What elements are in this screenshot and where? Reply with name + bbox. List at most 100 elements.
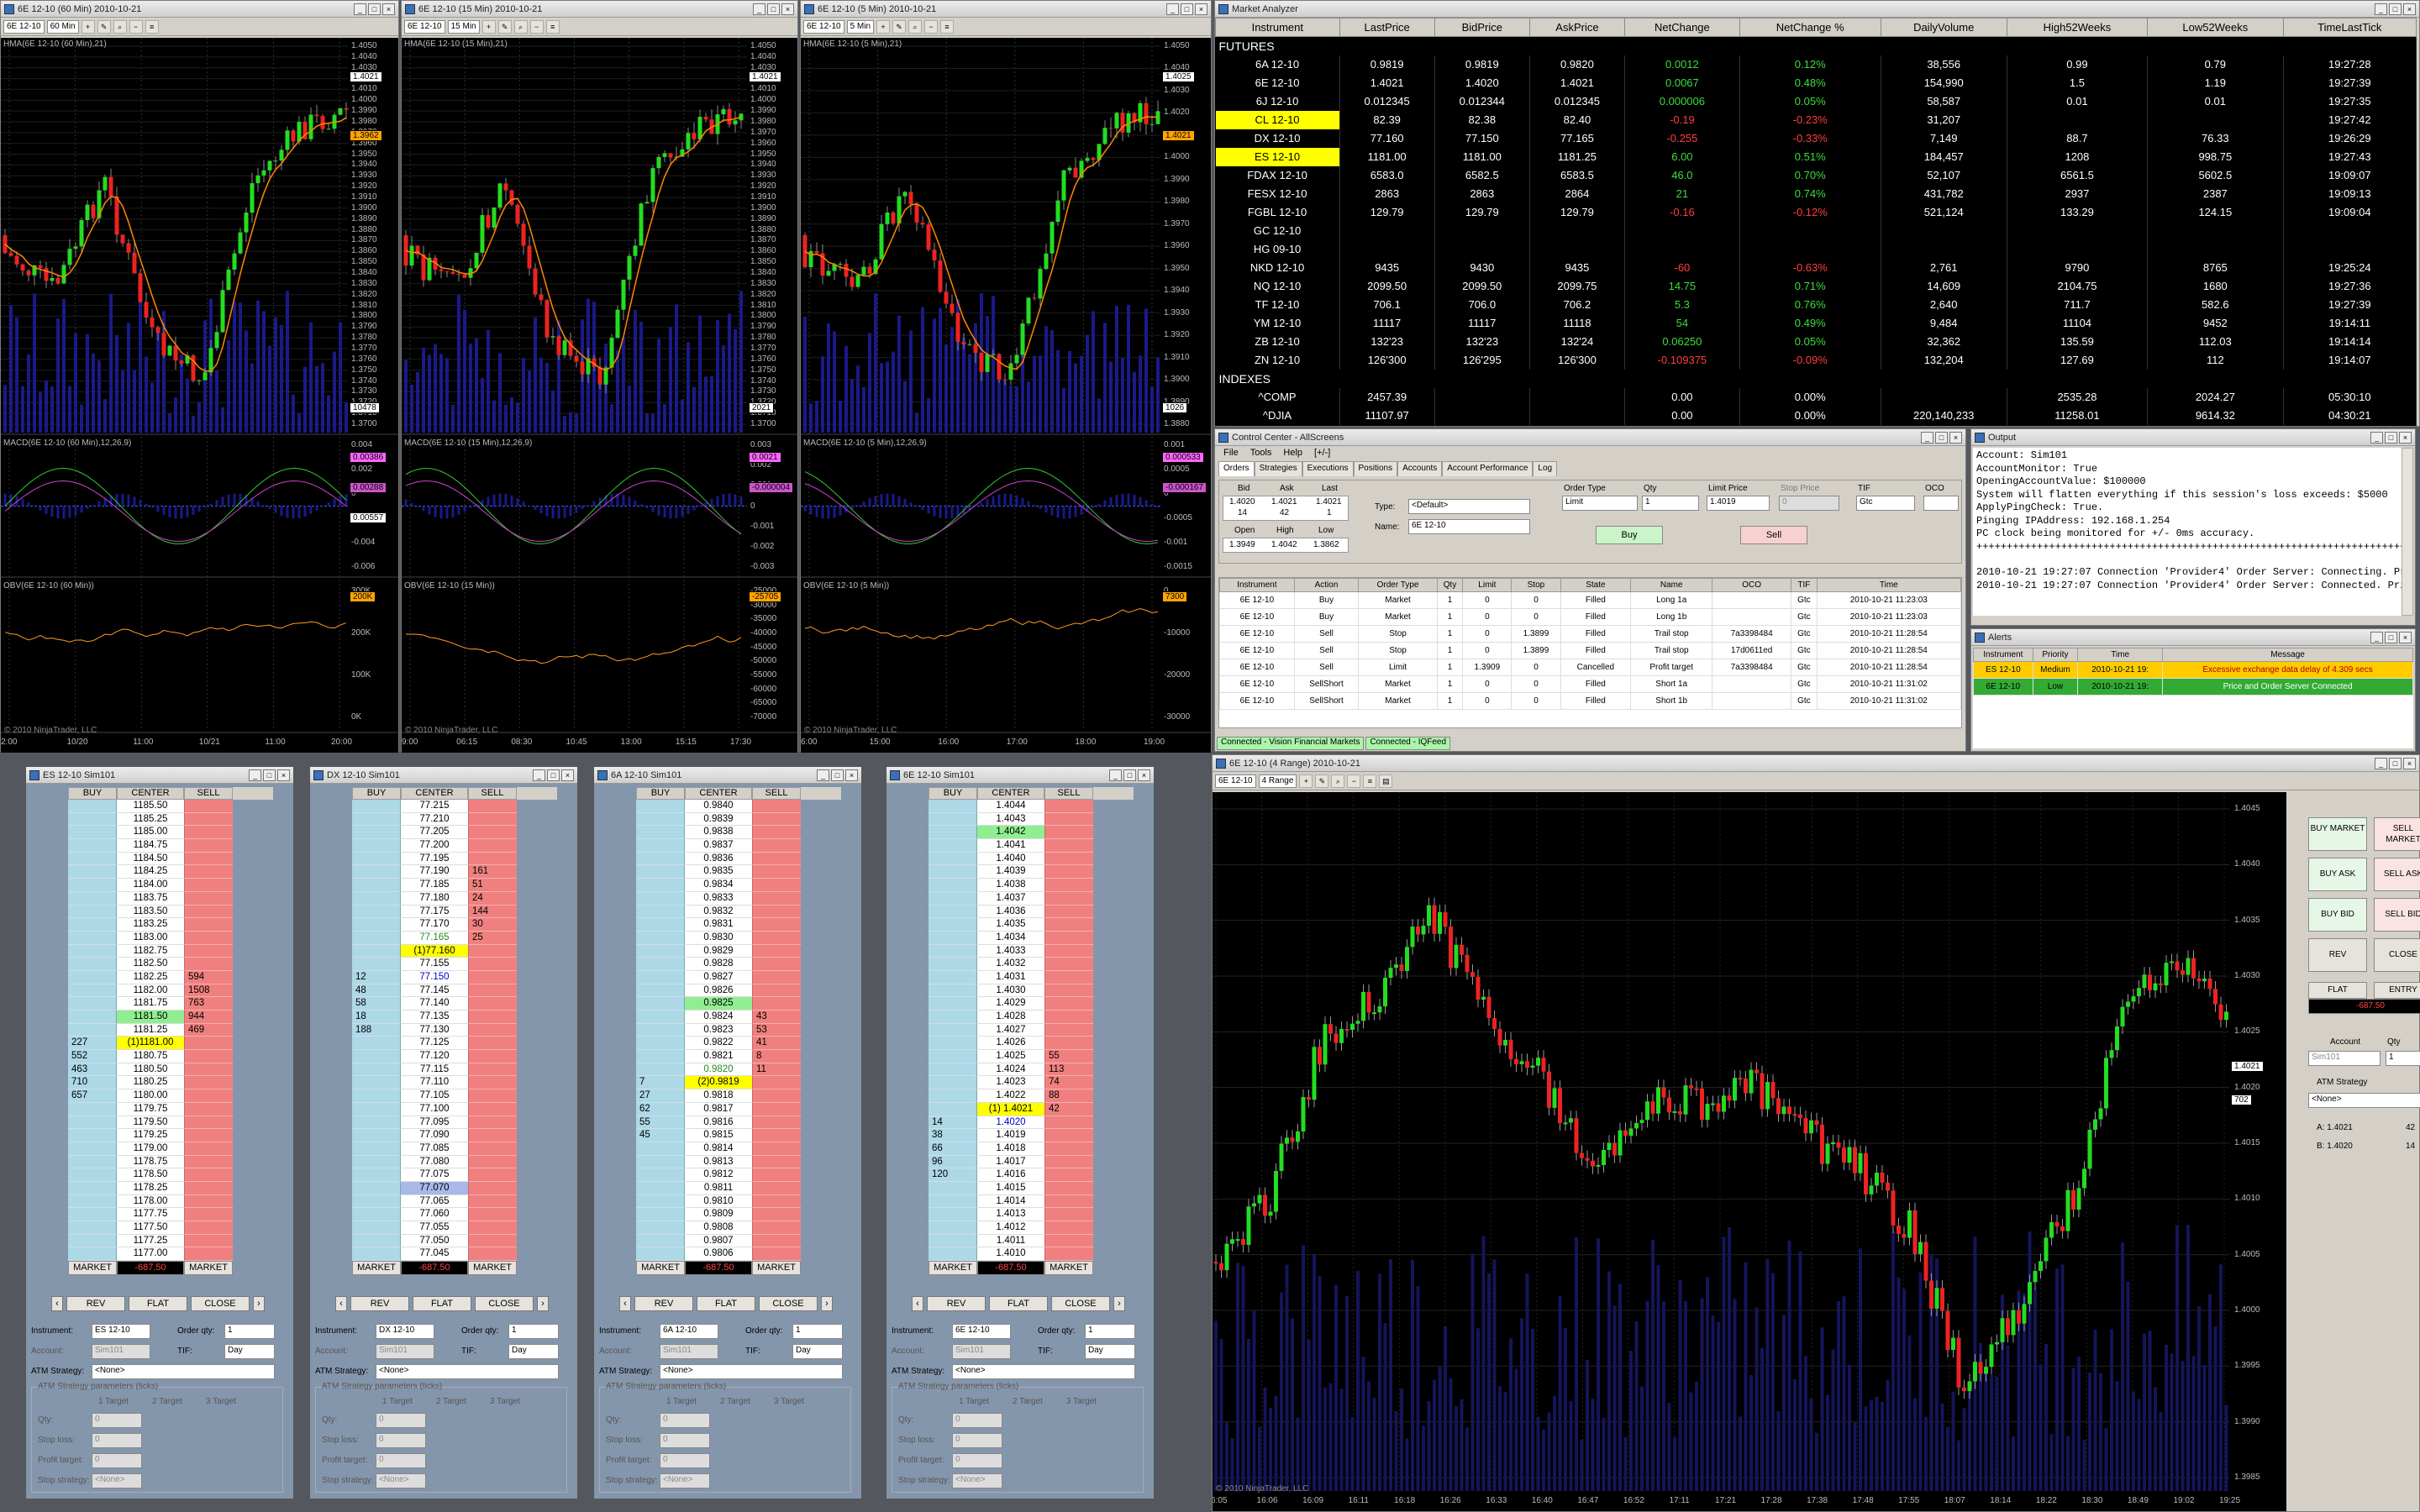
rev-button[interactable]: REV: [350, 1296, 409, 1311]
maximize-button[interactable]: □: [2389, 757, 2402, 769]
bid-cell[interactable]: [929, 1194, 977, 1209]
ask-cell[interactable]: [468, 1076, 517, 1090]
buy-market-button[interactable]: MARKET: [352, 1261, 401, 1276]
tif-select[interactable]: Day: [792, 1344, 843, 1359]
ask-cell[interactable]: [468, 970, 517, 984]
price-cell[interactable]: 1.4034: [977, 931, 1044, 945]
column-header[interactable]: NetChange %: [1739, 18, 1881, 37]
price-cell[interactable]: 1.4038: [977, 879, 1044, 892]
bid-cell[interactable]: 552: [68, 1050, 117, 1063]
bid-cell[interactable]: [68, 812, 117, 827]
ask-cell[interactable]: [752, 1129, 801, 1142]
price-cell[interactable]: 0.9839: [685, 812, 752, 827]
close-button[interactable]: ×: [2403, 757, 2416, 769]
ask-cell[interactable]: [184, 1102, 233, 1116]
type-select[interactable]: <Default>: [1408, 499, 1530, 514]
table-row[interactable]: 6E 12-10 Sell Stop 1 0 1.3899 Filled Trail stop…: [1219, 625, 1961, 643]
price-cell[interactable]: 1178.75: [117, 1155, 184, 1169]
maximize-button[interactable]: □: [2389, 3, 2402, 15]
bid-cell[interactable]: [636, 1221, 685, 1235]
close-button[interactable]: ×: [1949, 431, 1962, 444]
price-cell[interactable]: 1180.50: [117, 1063, 184, 1077]
ask-cell[interactable]: [752, 984, 801, 998]
table-row[interactable]: 6E 12-10 Buy Market 1 0 0 Filled Long 1a Gtc 2010…: [1219, 591, 1961, 609]
ask-cell[interactable]: [468, 1247, 517, 1262]
bid-cell[interactable]: [68, 1234, 117, 1248]
profit-target-input[interactable]: 0: [92, 1453, 142, 1468]
ask-cell[interactable]: [752, 918, 801, 932]
ask-cell[interactable]: [752, 1142, 801, 1156]
minimize-button[interactable]: _: [817, 769, 829, 781]
table-row[interactable]: NQ 12-10 2099.50 2099.50 2099.75 14.75 0.71% 1…: [1215, 276, 2417, 296]
close-button[interactable]: ×: [1138, 769, 1150, 781]
ask-cell[interactable]: [468, 1168, 517, 1182]
bid-cell[interactable]: [636, 1208, 685, 1221]
bid-cell[interactable]: [636, 1037, 685, 1051]
bid-cell[interactable]: [352, 944, 401, 958]
bid-cell[interactable]: [68, 984, 117, 998]
price-cell[interactable]: 1.4029: [977, 997, 1044, 1011]
bid-cell[interactable]: [636, 1142, 685, 1156]
ask-cell[interactable]: [184, 800, 233, 813]
bid-cell[interactable]: [352, 1208, 401, 1221]
ask-cell[interactable]: 51: [468, 879, 517, 892]
price-cell[interactable]: 1.4019: [977, 1129, 1044, 1142]
price-cell[interactable]: 77.125: [401, 1037, 468, 1051]
price-cell[interactable]: 0.9823: [685, 1023, 752, 1037]
price-cell[interactable]: 1.4010: [977, 1247, 1044, 1262]
price-cell[interactable]: 77.095: [401, 1116, 468, 1130]
bid-cell[interactable]: [352, 812, 401, 827]
ask-cell[interactable]: [1044, 800, 1093, 813]
bid-cell[interactable]: [929, 839, 977, 853]
price-cell[interactable]: 1.4043: [977, 812, 1044, 827]
bid-cell[interactable]: [68, 1168, 117, 1182]
bid-cell[interactable]: [352, 826, 401, 840]
ask-cell[interactable]: [184, 1181, 233, 1195]
price-cell[interactable]: 1181.50: [117, 1011, 184, 1024]
maximize-button[interactable]: □: [2385, 431, 2397, 444]
qty-input[interactable]: 0: [660, 1413, 710, 1428]
price-cell[interactable]: 1.4044: [977, 800, 1044, 813]
atm-select[interactable]: <None>: [660, 1364, 843, 1379]
ask-cell[interactable]: [752, 1247, 801, 1262]
bid-cell[interactable]: [929, 1102, 977, 1116]
ask-cell[interactable]: [752, 1116, 801, 1130]
account-select[interactable]: Sim101: [952, 1344, 1011, 1359]
scroll-right-icon[interactable]: ›: [1113, 1296, 1125, 1311]
order-qty-input[interactable]: 1: [508, 1324, 559, 1339]
output-scrollbar[interactable]: [2402, 448, 2413, 616]
ask-cell[interactable]: 74: [1044, 1076, 1093, 1090]
zoom-out-icon[interactable]: −: [1347, 774, 1361, 788]
price-cell[interactable]: 0.9840: [685, 800, 752, 813]
price-cell[interactable]: 1185.50: [117, 800, 184, 813]
bid-cell[interactable]: [636, 918, 685, 932]
bid-cell[interactable]: [636, 1011, 685, 1024]
price-cell[interactable]: 77.155: [401, 958, 468, 971]
price-cell[interactable]: 77.090: [401, 1129, 468, 1142]
bid-cell[interactable]: [352, 800, 401, 813]
price-cell[interactable]: 1182.75: [117, 944, 184, 958]
ask-cell[interactable]: 43: [752, 1011, 801, 1024]
price-cell[interactable]: 0.9830: [685, 931, 752, 945]
ask-cell[interactable]: [1044, 1194, 1093, 1209]
scroll-right-icon[interactable]: ›: [253, 1296, 265, 1311]
close-button[interactable]: CLOSE: [1051, 1296, 1110, 1311]
bid-cell[interactable]: 48: [352, 984, 401, 998]
qty-input[interactable]: 0: [376, 1413, 426, 1428]
ask-cell[interactable]: [184, 1221, 233, 1235]
price-cell[interactable]: 77.210: [401, 812, 468, 827]
price-cell[interactable]: 1177.25: [117, 1234, 184, 1248]
menu-item[interactable]: Help: [1283, 448, 1302, 459]
pencil-icon[interactable]: ✎: [892, 19, 907, 34]
table-row[interactable]: HG 09-10: [1215, 239, 2417, 259]
bid-cell[interactable]: [929, 1050, 977, 1063]
price-cell[interactable]: 1.4013: [977, 1208, 1044, 1221]
stop-strategy-select[interactable]: <None>: [92, 1473, 142, 1488]
scroll-left-icon[interactable]: ‹: [619, 1296, 631, 1311]
ask-cell[interactable]: [184, 1142, 233, 1156]
price-cell[interactable]: 77.115: [401, 1063, 468, 1077]
bid-cell[interactable]: 227: [68, 1037, 117, 1051]
crosshair-icon[interactable]: +: [876, 19, 891, 34]
price-cell[interactable]: 77.050: [401, 1234, 468, 1248]
bid-cell[interactable]: [929, 931, 977, 945]
